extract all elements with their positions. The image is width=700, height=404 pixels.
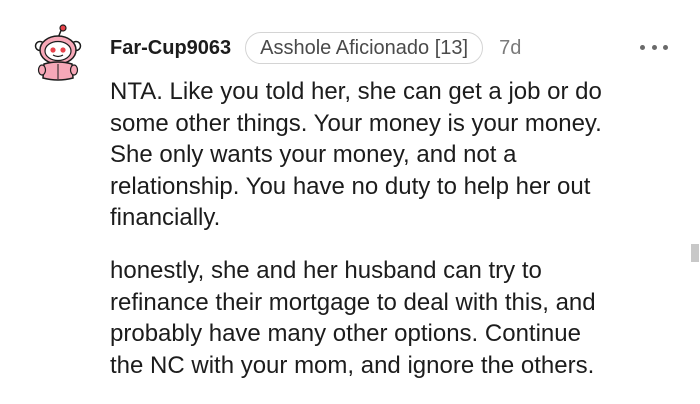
comment-line: She only wants your money, and not a (110, 141, 517, 168)
snoo-avatar-icon[interactable] (32, 24, 84, 82)
more-dot (651, 44, 657, 50)
comment-line: NTA. Like you told her, she can get a jo… (110, 78, 602, 105)
more-dot (640, 44, 645, 50)
comment-line: relationship. You have no duty to help h… (110, 172, 591, 200)
comment-line: probably have many other options. Contin… (110, 320, 581, 347)
user-flair-badge: Asshole Aficionado [13] (245, 32, 484, 64)
comment-line: some other things. Your money is your mo… (110, 109, 602, 137)
comment-line: financially. (110, 204, 221, 231)
comment-line: refinance their mortgage to deal with th… (110, 288, 596, 316)
comment-header: Far-Cup9063 Asshole Aficionado [13] 7d (110, 30, 521, 66)
comment-timestamp[interactable]: 7d (499, 37, 521, 60)
username-link[interactable]: Far-Cup9063 (110, 37, 231, 60)
comment-line: honestly, she and her husband can try to (110, 257, 542, 284)
comment-line: the NC with your mom, and ignore the oth… (110, 351, 595, 379)
more-horizontal-icon[interactable] (640, 35, 668, 59)
scrollbar-thumb[interactable] (691, 244, 699, 262)
comment-paragraph-2: honestly, she and her husband can try to… (110, 255, 680, 381)
more-dot (663, 44, 668, 50)
comment: Far-Cup9063 Asshole Aficionado [13] 7d N… (0, 0, 700, 404)
comment-paragraph-1: NTA. Like you told her, she can get a jo… (110, 76, 680, 234)
